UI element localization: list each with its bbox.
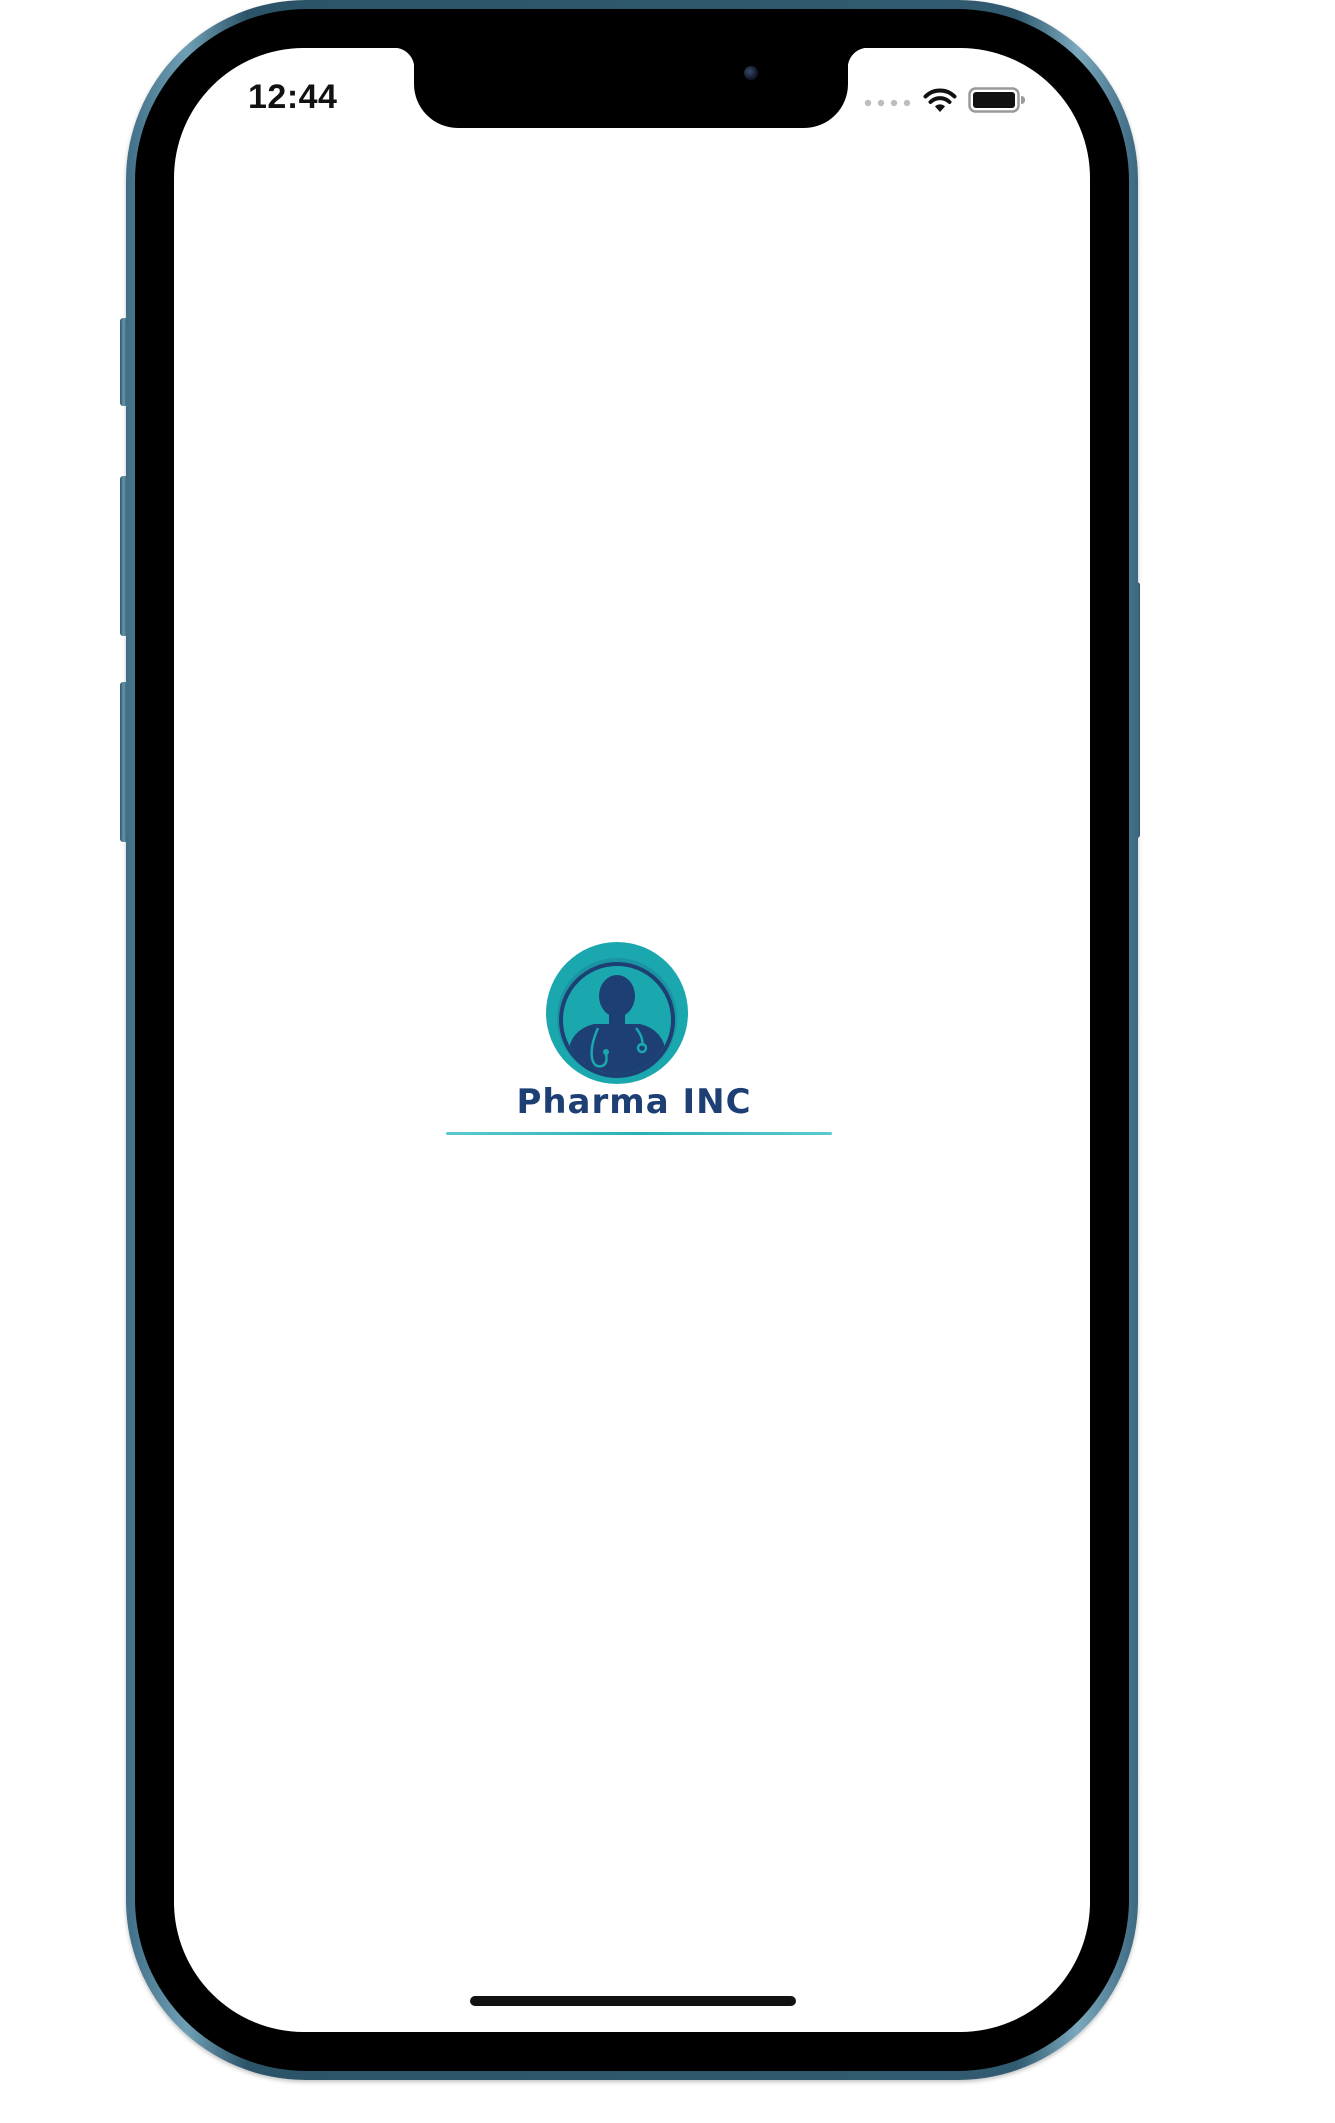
doctor-with-stethoscope-icon (546, 942, 688, 1084)
brand-underline (446, 1132, 832, 1135)
notch (394, 48, 868, 128)
brand-name: Pharma INC (516, 1082, 752, 1122)
splash-logo: Pharma INC (434, 942, 834, 1142)
phone-device: 12:44 Pharma INC (120, 0, 1140, 2080)
battery-icon (968, 87, 1025, 113)
cellular-signal-icon (864, 99, 911, 107)
home-indicator[interactable] (470, 1996, 796, 2006)
status-icons (864, 83, 1044, 119)
front-camera-icon (744, 66, 758, 80)
wifi-icon (923, 88, 957, 112)
app-screen: 12:44 Pharma INC (174, 48, 1090, 2032)
status-time: 12:44 (248, 78, 338, 116)
